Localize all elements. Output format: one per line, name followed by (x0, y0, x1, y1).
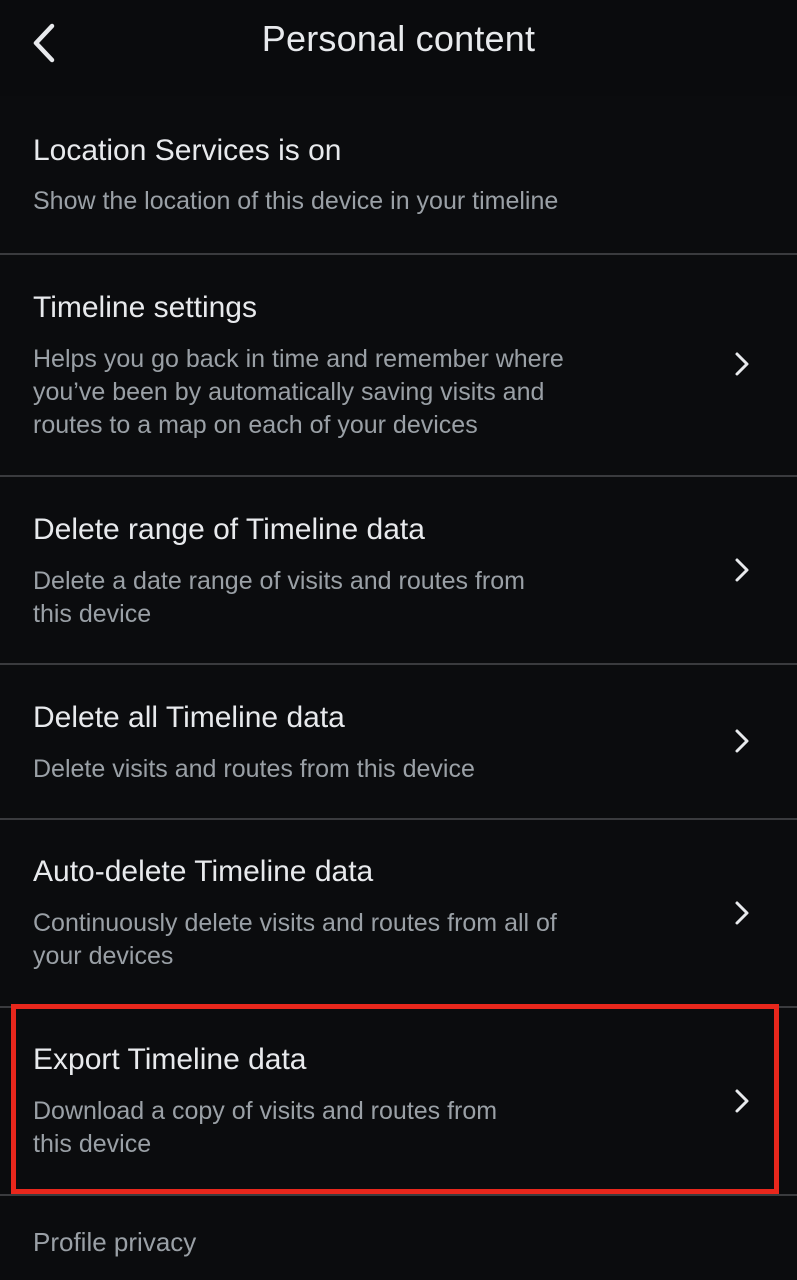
row-title: Auto-delete Timeline data (33, 855, 374, 888)
delete-range-row[interactable]: Delete range of Timeline data Delete a d… (0, 477, 797, 663)
page-title: Personal content (261, 18, 536, 59)
chevron-right-icon (735, 352, 749, 376)
row-subtitle: Continuously delete visits and routes fr… (33, 909, 557, 970)
row-subtitle: Download a copy of visits and routes fro… (33, 1097, 498, 1158)
chevron-right-icon (735, 1089, 749, 1113)
chevron-right-icon (735, 558, 749, 582)
top-app-bar: Personal content (0, 0, 797, 96)
row-title: Timeline settings (33, 291, 257, 324)
row-subtitle: Helps you go back in time and remember w… (33, 345, 564, 439)
section-header-profile-privacy: Profile privacy (33, 1227, 197, 1257)
row-title: Delete all Timeline data (33, 701, 345, 734)
personal-content-screen: Personal content Location Services is on… (0, 0, 797, 1280)
row-title: Delete range of Timeline data (33, 513, 425, 546)
delete-all-row[interactable]: Delete all Timeline data Delete visits a… (0, 665, 797, 818)
timeline-settings-row[interactable]: Timeline settings Helps you go back in t… (0, 255, 797, 475)
chevron-right-icon (735, 729, 749, 753)
row-subtitle: Delete a date range of visits and routes… (33, 567, 525, 628)
auto-delete-row[interactable]: Auto-delete Timeline data Continuously d… (0, 820, 797, 1006)
row-title: Export Timeline data (33, 1043, 307, 1076)
chevron-right-icon (735, 901, 749, 925)
row-subtitle: Show the location of this device in your… (33, 187, 559, 215)
location-services-row[interactable]: Location Services is on Show the locatio… (0, 96, 797, 254)
row-subtitle: Delete visits and routes from this devic… (33, 755, 475, 783)
row-title: Location Services is on (33, 134, 342, 167)
divider (0, 1194, 797, 1196)
export-timeline-row[interactable]: Export Timeline data Download a copy of … (0, 1008, 797, 1194)
